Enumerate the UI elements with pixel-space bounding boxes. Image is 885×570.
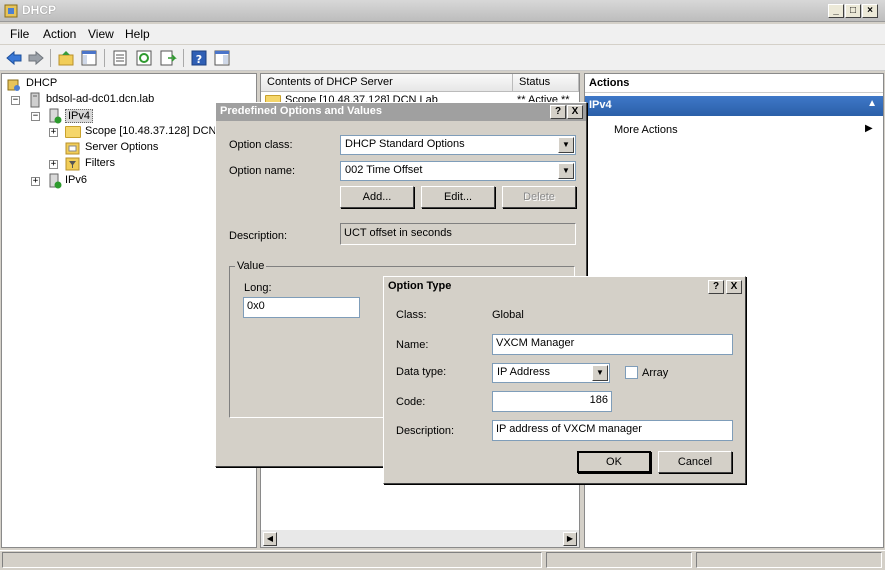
array-label: Array [642,367,669,379]
menu-file[interactable]: File [10,27,29,41]
svg-text:?: ? [196,53,202,66]
tree-item-filters[interactable]: Filters [85,157,115,169]
collapse-icon[interactable]: − [31,112,40,121]
menu-bar: File Action View Help [0,24,885,44]
option-class-combo[interactable]: DHCP Standard Options ▼ [340,135,576,155]
name-input[interactable]: VXCM Manager [492,334,733,355]
status-panel [546,552,692,568]
help-icon[interactable]: ? [550,105,566,119]
more-actions-link[interactable]: More Actions [614,124,678,136]
data-type-label: Data type: [396,366,447,378]
up-folder-icon[interactable] [57,49,75,67]
scroll-right-icon[interactable]: ▶ [563,532,577,546]
delete-button[interactable]: Delete [502,186,576,208]
predefined-dialog-title: Predefined Options and Values [216,103,586,121]
scroll-left-icon[interactable]: ◀ [263,532,277,546]
show-hide-tree-icon[interactable] [80,49,98,67]
dhcp-root-icon [7,79,20,91]
tree-item-dhcp[interactable]: DHCP [26,77,57,89]
array-checkbox[interactable] [625,366,638,379]
option-name-value: 002 Time Offset [345,164,423,176]
option-type-title: Option Type [384,277,745,297]
export-list-icon[interactable] [159,49,177,67]
expand-icon[interactable]: + [49,160,58,169]
description-label: Description: [229,230,288,242]
folder-icon [65,126,81,138]
back-arrow-icon[interactable] [5,49,23,67]
help-icon[interactable]: ? [190,49,208,67]
forward-arrow-icon[interactable] [27,49,45,67]
toolbar: ? [0,45,885,71]
close-icon[interactable]: X [726,280,742,294]
toolbar-separator [50,49,51,67]
dhcp-app-icon [4,4,18,18]
class-value: Global [492,309,524,321]
ok-button[interactable]: OK [577,451,651,473]
menu-view[interactable]: View [88,27,114,41]
actions-section-label: IPv4 [589,99,612,111]
show-action-pane-icon[interactable] [213,49,231,67]
tree-item-ipv6[interactable]: IPv6 [65,174,87,186]
description-label: Description: [396,425,455,437]
ipv6-icon [49,173,62,189]
name-label: Name: [396,339,429,351]
option-class-label: Option class: [229,139,293,151]
actions-section-ipv4[interactable]: IPv4 ▲ [585,96,883,116]
refresh-icon[interactable] [135,49,153,67]
actions-header: Actions [585,74,883,93]
option-class-value: DHCP Standard Options [345,138,465,150]
horizontal-scrollbar[interactable]: ◀ ▶ [261,530,579,547]
column-header-status[interactable]: Status [513,74,579,92]
tree-item-scope[interactable]: Scope [10.48.37.128] DCN [85,125,216,137]
expand-icon[interactable]: + [49,128,58,137]
properties-icon[interactable] [111,49,129,67]
menu-action[interactable]: Action [43,27,76,41]
maximize-button[interactable]: □ [845,4,861,18]
help-icon[interactable]: ? [708,280,724,294]
window-title: DHCP [22,3,57,17]
code-input[interactable]: 186 [492,391,612,412]
code-label: Code: [396,396,426,408]
long-value-input[interactable]: 0x0 [243,297,360,318]
collapse-icon[interactable]: − [11,96,20,105]
add-button[interactable]: Add... [340,186,414,208]
status-panel [2,552,542,568]
column-header-contents[interactable]: Contents of DHCP Server [261,74,513,92]
tree-item-server[interactable]: bdsol-ad-dc01.dcn.lab [46,93,154,105]
description-value: UCT offset in seconds [340,223,576,245]
tree-item-ipv4[interactable]: IPv4 [65,109,94,123]
toolbar-separator [183,49,184,67]
long-label: Long: [244,282,272,294]
cancel-button[interactable]: Cancel [658,451,732,473]
server-options-icon [65,142,80,155]
class-label: Class: [396,309,427,321]
close-icon[interactable]: X [567,105,583,119]
dropdown-arrow-icon[interactable]: ▼ [558,137,574,153]
toolbar-separator [104,49,105,67]
dropdown-arrow-icon[interactable]: ▼ [558,163,574,179]
minimize-button[interactable]: _ [828,4,844,18]
server-icon [30,92,40,108]
close-button[interactable]: × [862,4,878,18]
option-type-dialog: Option Type ? X Class: Global Name: VXCM… [383,276,746,484]
tree-item-server-options[interactable]: Server Options [85,141,158,153]
expand-icon[interactable]: + [31,177,40,186]
value-group-label: Value [235,260,267,272]
option-name-combo[interactable]: 002 Time Offset ▼ [340,161,576,181]
title-bar: DHCP _ □ × [0,0,885,22]
collapse-section-icon[interactable]: ▲ [867,98,877,109]
dropdown-arrow-icon[interactable]: ▼ [592,365,608,381]
option-name-label: Option name: [229,165,296,177]
edit-button[interactable]: Edit... [421,186,495,208]
menu-help[interactable]: Help [125,27,150,41]
data-type-value: IP Address [497,366,550,378]
submenu-arrow-icon[interactable]: ▶ [865,123,873,134]
description-input[interactable]: IP address of VXCM manager [492,420,733,441]
filter-icon [65,157,80,171]
ipv4-icon [49,108,62,124]
status-panel [696,552,882,568]
data-type-combo[interactable]: IP Address ▼ [492,363,610,383]
